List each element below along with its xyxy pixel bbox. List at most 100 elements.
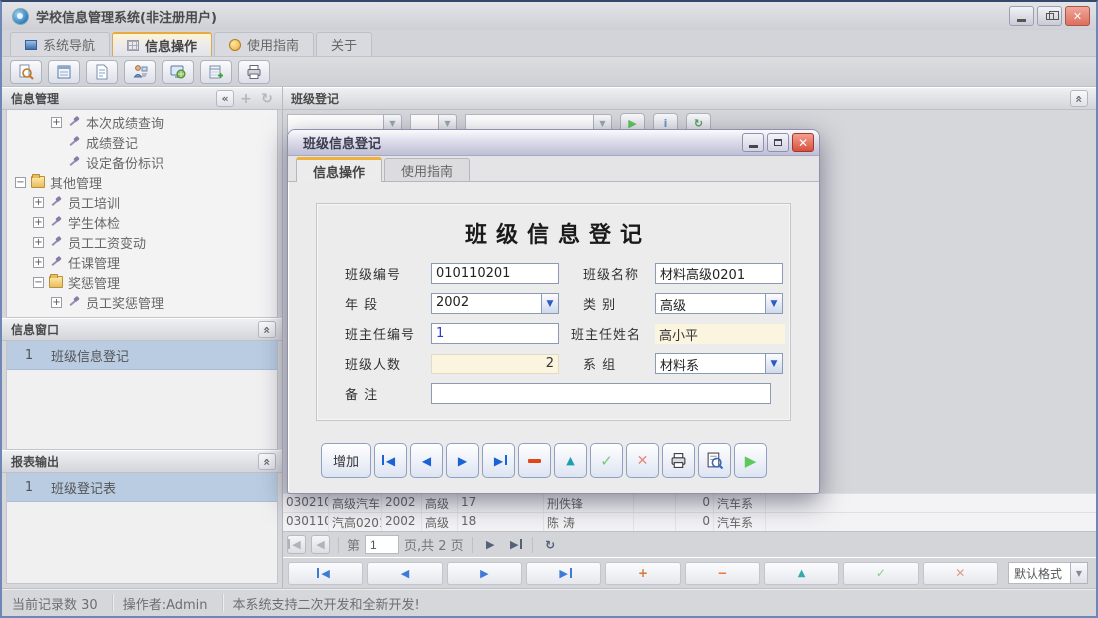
status-bar: 当前记录数 30 操作者:Admin 本系统支持二次开发和全新开发!	[2, 588, 1096, 617]
table-row[interactable]: 03021010 高级汽车 2002 高级 17 刑佚锋 0 汽车系	[283, 493, 1096, 512]
print-preview-button[interactable]	[698, 443, 731, 478]
collapse-sidebar-button[interactable]: «	[216, 90, 234, 107]
class-no-input[interactable]	[431, 263, 559, 284]
expand-icon[interactable]: +	[51, 117, 62, 128]
tree-item[interactable]: +任课管理	[7, 252, 277, 272]
close-button[interactable]: ✕	[1065, 6, 1090, 26]
next-page-button[interactable]: ▶	[481, 535, 500, 554]
tool-icon	[49, 256, 63, 268]
list-item-label: 班级信息登记	[51, 346, 129, 365]
tree-item[interactable]: +员工奖惩管理	[7, 292, 277, 312]
dialog-tab-user-guide[interactable]: 使用指南	[384, 158, 470, 181]
tab-about[interactable]: 关于	[316, 32, 372, 56]
table-row[interactable]: 03011020 汽高0201 2002 高级 18 陈 涛 0 汽车系	[283, 512, 1096, 531]
collapse-panel-button[interactable]: «	[1070, 90, 1088, 107]
panel-title: 信息管理	[11, 90, 59, 107]
remark-input[interactable]	[431, 383, 771, 404]
department-select[interactable]: 材料系 ▼	[655, 353, 783, 374]
list-item-class-registration[interactable]: 1 班级信息登记	[7, 341, 277, 370]
record-edit-button[interactable]: ▲	[764, 562, 839, 585]
expand-icon[interactable]: +	[33, 197, 44, 208]
record-next-button[interactable]: ▶	[447, 562, 522, 585]
expand-icon[interactable]: +	[51, 297, 62, 308]
dialog-minimize-button[interactable]	[742, 133, 764, 152]
maximize-icon	[774, 139, 782, 146]
first-page-button[interactable]: ◀	[287, 535, 306, 554]
record-cancel-button[interactable]: ✕	[923, 562, 998, 585]
confirm-button[interactable]: ✓	[590, 443, 623, 478]
expand-icon[interactable]: +	[33, 257, 44, 268]
prev-page-button[interactable]: ◀	[311, 535, 330, 554]
prev-record-button[interactable]: ◀	[410, 443, 443, 478]
category-select[interactable]: 高级 ▼	[655, 293, 783, 314]
year-select[interactable]: 2002 ▼	[431, 293, 559, 314]
staff-button[interactable]	[124, 60, 156, 84]
edit-record-button[interactable]: ▲	[554, 443, 587, 478]
print-button[interactable]	[662, 443, 695, 478]
restore-button[interactable]	[1037, 6, 1062, 26]
refresh-grid-button[interactable]: ↻	[541, 535, 560, 554]
record-first-button[interactable]: ◀	[288, 562, 363, 585]
collapse-panel-button[interactable]: «	[258, 453, 276, 470]
preview-search-button[interactable]	[10, 60, 42, 84]
tab-info-operation[interactable]: 信息操作	[112, 32, 212, 56]
chevron-down-icon: ▼	[765, 293, 783, 314]
tree-item[interactable]: 成绩登记	[7, 132, 277, 152]
new-document-button[interactable]	[86, 60, 118, 84]
tree-item[interactable]: +员工工资变动	[7, 232, 277, 252]
tree-item[interactable]: −其他管理	[7, 172, 277, 192]
record-confirm-button[interactable]: ✓	[843, 562, 918, 585]
format-select[interactable]: 默认格式 ▼	[1008, 562, 1088, 584]
record-last-button[interactable]: ▶	[526, 562, 601, 585]
chevron-down-icon: ▼	[1070, 562, 1088, 584]
record-add-button[interactable]: +	[605, 562, 680, 585]
first-record-button[interactable]: ◀	[374, 443, 407, 478]
navigation-tree: +本次成绩查询 成绩登记 设定备份标识 −其他管理 +员工培训 +学生体检 +员…	[6, 110, 278, 318]
collapse-icon[interactable]: −	[33, 277, 44, 288]
monitor-button[interactable]	[162, 60, 194, 84]
last-page-button[interactable]: ▶	[505, 535, 524, 554]
dialog-maximize-button[interactable]	[767, 133, 789, 152]
tab-user-guide[interactable]: 使用指南	[214, 32, 314, 56]
next-record-button[interactable]: ▶	[446, 443, 479, 478]
prev-page-icon: ◀	[316, 539, 324, 550]
dialog-close-button[interactable]: ✕	[792, 133, 814, 152]
teacher-no-input[interactable]	[431, 323, 559, 344]
record-delete-button[interactable]: −	[685, 562, 760, 585]
printer-button[interactable]	[238, 60, 270, 84]
chevron-down-icon: ▼	[765, 353, 783, 374]
tree-item[interactable]: +学生体检	[7, 212, 277, 232]
refresh-tree-button[interactable]: ↻	[258, 90, 276, 107]
year-select-value: 2002	[431, 293, 541, 314]
record-prev-button[interactable]: ◀	[367, 562, 442, 585]
tool-icon	[67, 296, 81, 308]
collapse-icon[interactable]: −	[15, 177, 26, 188]
tab-system-nav[interactable]: 系统导航	[10, 32, 110, 56]
class-name-input[interactable]	[655, 263, 783, 284]
record-count-status: 当前记录数 30	[2, 594, 112, 613]
tool-icon	[67, 156, 81, 168]
list-item-class-report[interactable]: 1 班级登记表	[7, 473, 277, 502]
form-view-button[interactable]	[48, 60, 80, 84]
database-add-button[interactable]	[200, 60, 232, 84]
last-record-button[interactable]: ▶	[482, 443, 515, 478]
person-icon	[132, 64, 148, 80]
add-record-button[interactable]: 增加	[321, 443, 371, 478]
tab-label: 使用指南	[401, 161, 453, 180]
tab-label: 使用指南	[247, 35, 299, 54]
minimize-button[interactable]	[1009, 6, 1034, 26]
delete-record-button[interactable]	[518, 443, 551, 478]
tree-item[interactable]: −奖惩管理	[7, 272, 277, 292]
run-button[interactable]: ▶	[734, 443, 767, 478]
page-number-input[interactable]	[365, 535, 399, 554]
add-node-button[interactable]: +	[237, 90, 255, 107]
tree-item[interactable]: +员工培训	[7, 192, 277, 212]
cell-department: 汽车系	[714, 494, 766, 512]
cancel-button[interactable]: ✕	[626, 443, 659, 478]
dialog-tab-info-operation[interactable]: 信息操作	[296, 157, 382, 182]
expand-icon[interactable]: +	[33, 237, 44, 248]
tree-item[interactable]: +本次成绩查询	[7, 112, 277, 132]
expand-icon[interactable]: +	[33, 217, 44, 228]
tree-item[interactable]: 设定备份标识	[7, 152, 277, 172]
collapse-panel-button[interactable]: «	[258, 321, 276, 338]
